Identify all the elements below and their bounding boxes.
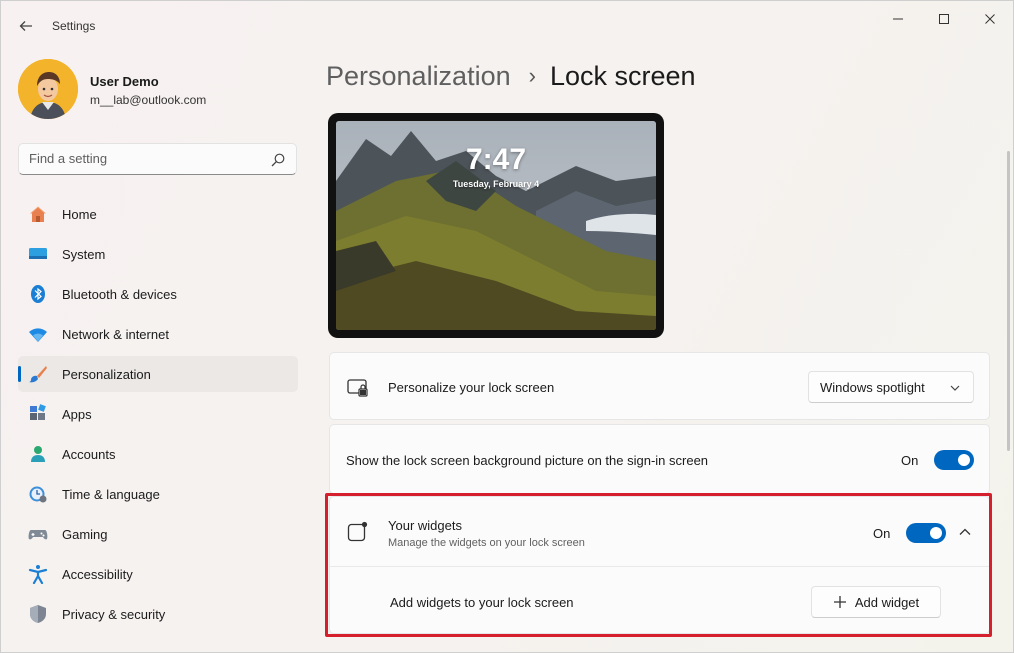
sidebar-item-label: Time & language xyxy=(62,487,160,502)
divider xyxy=(330,566,989,567)
sidebar-item-label: Gaming xyxy=(62,527,108,542)
breadcrumb-separator-icon: › xyxy=(528,63,536,88)
page-title: Lock screen xyxy=(549,61,696,91)
sidebar-nav: Home System Bluetooth & devices Network … xyxy=(18,196,298,636)
widgets-toggle[interactable] xyxy=(906,523,946,543)
back-button[interactable] xyxy=(11,11,41,41)
lock-screen-background-dropdown[interactable]: Windows spotlight xyxy=(808,371,974,403)
title-bar: Settings xyxy=(1,1,1013,49)
shield-icon xyxy=(30,605,46,623)
search-box[interactable] xyxy=(18,143,297,175)
back-arrow-icon xyxy=(19,21,32,31)
minimize-icon xyxy=(893,18,903,20)
sidebar-item-personalization[interactable]: Personalization xyxy=(18,356,298,392)
brush-icon xyxy=(29,366,47,383)
breadcrumb-parent-link[interactable]: Personalization xyxy=(326,61,511,91)
accounts-icon xyxy=(31,446,45,462)
breadcrumb: Personalization › Lock screen xyxy=(326,61,696,92)
sidebar-item-label: Accounts xyxy=(62,447,116,462)
gamepad-icon xyxy=(28,530,48,540)
sidebar-item-label: Network & internet xyxy=(62,327,169,342)
close-button[interactable] xyxy=(967,7,1013,31)
user-email: m__lab@outlook.com xyxy=(90,93,207,107)
clock-icon xyxy=(29,486,47,503)
personalize-lock-screen-card: Personalize your lock screen Windows spo… xyxy=(329,352,990,420)
sidebar-item-apps[interactable]: Apps xyxy=(18,396,298,432)
lock-screen-monitor-icon xyxy=(347,379,368,397)
widgets-toggle-state: On xyxy=(873,526,891,541)
sidebar-item-gaming[interactable]: Gaming xyxy=(18,516,298,552)
add-widgets-label: Add widgets to your lock screen xyxy=(390,595,574,610)
wifi-icon xyxy=(29,328,47,342)
sidebar-item-time-language[interactable]: Time & language xyxy=(18,476,298,512)
widgets-title: Your widgets xyxy=(388,518,462,533)
personalize-lock-screen-label: Personalize your lock screen xyxy=(388,380,555,395)
lock-screen-time: 7:47 xyxy=(465,143,527,176)
user-name: User Demo xyxy=(90,74,159,89)
scrollbar[interactable] xyxy=(1007,151,1010,451)
sidebar-item-bluetooth-devices[interactable]: Bluetooth & devices xyxy=(18,276,298,312)
signin-background-label: Show the lock screen background picture … xyxy=(346,453,709,468)
sidebar-item-home[interactable]: Home xyxy=(18,196,298,232)
dropdown-selected-value: Windows spotlight xyxy=(820,380,925,395)
apps-icon xyxy=(30,404,46,420)
sidebar-item-label: Privacy & security xyxy=(62,607,166,622)
avatar[interactable] xyxy=(18,59,78,119)
user-avatar-icon xyxy=(18,59,78,119)
sidebar-item-label: Personalization xyxy=(62,367,151,382)
sidebar-item-system[interactable]: System xyxy=(18,236,298,272)
sidebar-item-label: Accessibility xyxy=(62,567,133,582)
widgets-subtitle: Manage the widgets on your lock screen xyxy=(388,537,585,549)
signin-background-card: Show the lock screen background picture … xyxy=(329,424,990,494)
maximize-icon xyxy=(939,14,949,24)
system-icon xyxy=(29,248,47,259)
signin-background-toggle-state: On xyxy=(901,453,919,468)
app-title: Settings xyxy=(52,19,96,33)
sidebar-item-label: System xyxy=(62,247,106,262)
search-input[interactable] xyxy=(29,151,259,166)
sidebar-item-privacy-security[interactable]: Privacy & security xyxy=(18,596,298,632)
sidebar-item-accounts[interactable]: Accounts xyxy=(18,436,298,472)
close-icon xyxy=(985,14,995,24)
signin-background-toggle[interactable] xyxy=(934,450,974,470)
sidebar-item-accessibility[interactable]: Accessibility xyxy=(18,556,298,592)
sidebar-item-label: Home xyxy=(62,207,97,222)
widgets-card: Your widgets Manage the widgets on your … xyxy=(329,496,990,634)
lock-screen-preview-image: 7:47 Tuesday, February 4 xyxy=(336,121,656,330)
lock-screen-preview: 7:47 Tuesday, February 4 xyxy=(328,113,664,338)
sidebar-item-label: Bluetooth & devices xyxy=(62,287,177,302)
maximize-button[interactable] xyxy=(921,7,967,31)
search-icon[interactable] xyxy=(270,152,286,168)
accessibility-icon xyxy=(28,565,48,584)
add-widget-button-label: Add widget xyxy=(854,594,920,610)
bluetooth-icon xyxy=(31,285,45,303)
sidebar-item-network-internet[interactable]: Network & internet xyxy=(18,316,298,352)
chevron-down-icon xyxy=(950,385,960,391)
sidebar-item-label: Apps xyxy=(62,407,92,422)
plus-icon xyxy=(833,596,846,608)
chevron-up-icon[interactable] xyxy=(958,525,972,539)
minimize-button[interactable] xyxy=(875,7,921,31)
add-widget-button[interactable]: Add widget xyxy=(811,586,941,618)
lock-screen-date: Tuesday, February 4 xyxy=(452,179,540,189)
widget-icon xyxy=(347,521,368,542)
home-icon xyxy=(30,206,46,222)
